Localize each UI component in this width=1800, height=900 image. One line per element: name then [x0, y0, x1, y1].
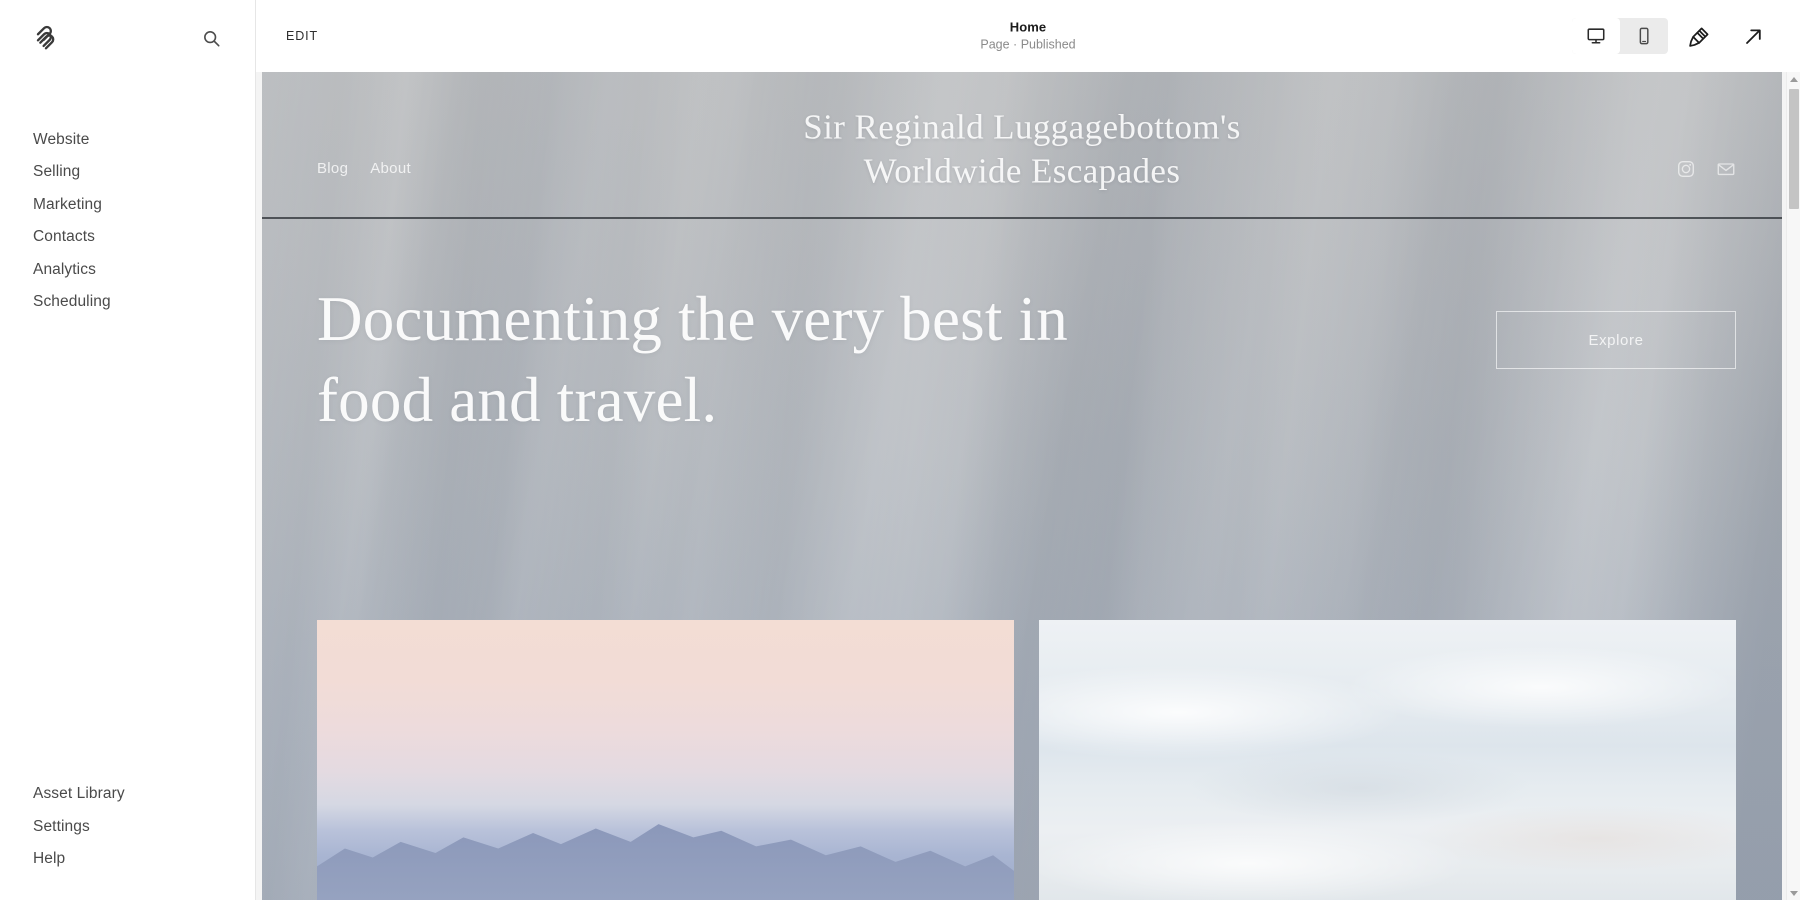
editor-main: EDIT Home Page · Published Blog About Si…	[256, 0, 1800, 900]
sidebar-item-help[interactable]: Help	[33, 843, 255, 876]
sidebar-item-marketing[interactable]: Marketing	[33, 188, 255, 221]
sidebar-item-website[interactable]: Website	[33, 123, 255, 156]
scrollbar-thumb[interactable]	[1789, 89, 1799, 209]
device-preview-toggle	[1572, 18, 1668, 54]
chevron-up-icon[interactable]	[1787, 72, 1800, 86]
sidebar-item-settings[interactable]: Settings	[33, 810, 255, 843]
page-title: Home	[1009, 19, 1047, 35]
page-status: Page · Published	[980, 37, 1076, 52]
sidebar-item-asset-library[interactable]: Asset Library	[33, 778, 255, 811]
squarespace-editor-window: Website Selling Marketing Contacts Analy…	[0, 0, 1800, 900]
preview-vertical-scrollbar[interactable]	[1786, 72, 1800, 900]
hero-heading-line-1: Documenting the very best in	[317, 284, 1068, 354]
hero-heading-line-2: food and travel.	[317, 364, 718, 435]
sidebar-header	[0, 0, 255, 76]
site-social-links	[1676, 113, 1736, 179]
site-title-line-2: Worldwide Escapades	[863, 151, 1181, 191]
sidebar-secondary-nav: Asset Library Settings Help	[0, 778, 255, 900]
sidebar-primary-nav: Website Selling Marketing Contacts Analy…	[0, 123, 255, 318]
sidebar-item-analytics[interactable]: Analytics	[33, 253, 255, 286]
image-card-grid	[262, 620, 1782, 900]
mountain-ridge-far	[317, 824, 1014, 900]
site-nav-link-about[interactable]: About	[370, 160, 411, 177]
desktop-monitor-icon[interactable]	[1572, 18, 1620, 54]
edit-button[interactable]: EDIT	[286, 29, 318, 43]
instagram-icon[interactable]	[1676, 159, 1696, 179]
page-meta: Home Page · Published	[256, 19, 1800, 53]
editor-toolbar: EDIT Home Page · Published	[256, 0, 1800, 72]
image-card-cloudy-mountains[interactable]	[1039, 620, 1736, 900]
site-preview-canvas: Blog About Sir Reginald Luggagebottom's …	[256, 72, 1800, 900]
sidebar-item-selling[interactable]: Selling	[33, 156, 255, 189]
chevron-down-icon[interactable]	[1787, 886, 1800, 900]
arrow-up-right-icon[interactable]	[1730, 16, 1776, 56]
hero-section: Documenting the very best in food and tr…	[262, 219, 1782, 440]
site-nav: Blog About	[317, 114, 411, 177]
site-title-line-1: Sir Reginald Luggagebottom's	[803, 106, 1241, 146]
paintbrush-icon[interactable]	[1676, 16, 1722, 56]
explore-button[interactable]: Explore	[1496, 311, 1736, 369]
cloud-layer	[1039, 620, 1736, 900]
toolbar-actions	[1572, 16, 1776, 56]
squarespace-logo-icon[interactable]	[30, 23, 60, 53]
site-nav-link-blog[interactable]: Blog	[317, 160, 348, 177]
site-preview-frame: Blog About Sir Reginald Luggagebottom's …	[262, 72, 1782, 900]
hero-heading: Documenting the very best in food and tr…	[317, 279, 1068, 440]
search-icon[interactable]	[197, 24, 225, 52]
sidebar-item-contacts[interactable]: Contacts	[33, 221, 255, 254]
site-title: Sir Reginald Luggagebottom's Worldwide E…	[262, 105, 1782, 193]
image-card-sunrise-mountains[interactable]	[317, 620, 1014, 900]
site-header: Blog About Sir Reginald Luggagebottom's …	[262, 72, 1782, 219]
sidebar-item-scheduling[interactable]: Scheduling	[33, 286, 255, 319]
main-sidebar: Website Selling Marketing Contacts Analy…	[0, 0, 256, 900]
email-envelope-icon[interactable]	[1716, 159, 1736, 179]
mobile-phone-icon[interactable]	[1620, 18, 1668, 54]
